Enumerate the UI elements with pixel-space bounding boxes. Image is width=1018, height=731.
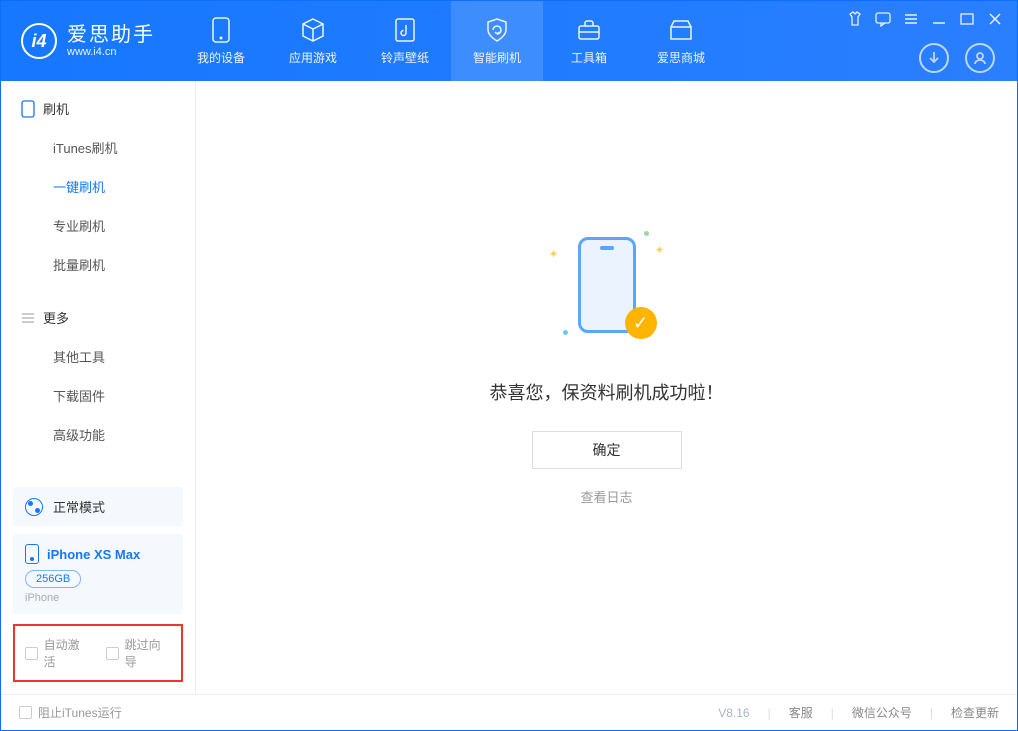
top-tabs: 我的设备 应用游戏 铃声壁纸 智能刷机 工具箱 爱思商城 — [175, 1, 847, 81]
body: 刷机 iTunes刷机 一键刷机 专业刷机 批量刷机 更多 其他工具 下载固件 … — [1, 81, 1017, 694]
shield-refresh-icon — [484, 17, 510, 43]
sparkle-icon: ✦ — [549, 247, 559, 261]
sidebar: 刷机 iTunes刷机 一键刷机 专业刷机 批量刷机 更多 其他工具 下载固件 … — [1, 81, 196, 694]
tshirt-icon[interactable] — [847, 11, 863, 27]
tab-store[interactable]: 爱思商城 — [635, 1, 727, 81]
success-illustration: ✦ ✦ ✓ — [547, 229, 667, 349]
brand: i4 爱思助手 www.i4.cn — [1, 23, 175, 59]
phone-icon — [208, 17, 234, 43]
version-label: V8.16 — [718, 706, 749, 720]
mode-icon — [25, 498, 43, 516]
close-icon[interactable] — [987, 11, 1003, 27]
brand-title: 爱思助手 — [67, 24, 155, 46]
check-badge-icon: ✓ — [625, 307, 657, 339]
toolbox-icon — [576, 17, 602, 43]
sidebar-head-flash: 刷机 — [1, 99, 195, 122]
success-message: 恭喜您，保资料刷机成功啦！ — [490, 379, 724, 405]
list-icon — [21, 311, 35, 325]
maximize-icon[interactable] — [959, 11, 975, 27]
sidebar-item-advanced[interactable]: 高级功能 — [1, 415, 195, 454]
menu-icon[interactable] — [903, 11, 919, 27]
view-log-link[interactable]: 查看日志 — [580, 487, 632, 506]
statusbar: 阻止iTunes运行 V8.16 | 客服 | 微信公众号 | 检查更新 — [1, 694, 1017, 730]
device-capacity-badge: 256GB — [25, 570, 81, 588]
checkbox-auto-activate[interactable]: 自动激活 — [25, 636, 90, 670]
minimize-icon[interactable] — [931, 11, 947, 27]
sidebar-item-itunes-flash[interactable]: iTunes刷机 — [1, 128, 195, 167]
dot-icon — [644, 231, 649, 236]
sidebar-item-other-tools[interactable]: 其他工具 — [1, 337, 195, 376]
link-support[interactable]: 客服 — [789, 704, 813, 721]
tab-flash[interactable]: 智能刷机 — [451, 1, 543, 81]
device-type: iPhone — [25, 592, 171, 604]
cube-icon — [300, 17, 326, 43]
sidebar-item-pro-flash[interactable]: 专业刷机 — [1, 206, 195, 245]
mode-box[interactable]: 正常模式 — [13, 487, 183, 526]
sidebar-head-more: 更多 — [1, 308, 195, 331]
phone-outline-icon — [21, 100, 35, 118]
link-wechat[interactable]: 微信公众号 — [852, 704, 912, 721]
highlight-box: 自动激活 跳过向导 — [13, 624, 183, 682]
tab-my-device[interactable]: 我的设备 — [175, 1, 267, 81]
device-phone-icon — [25, 544, 39, 564]
sparkle-icon: ✦ — [654, 243, 664, 257]
app-window: i4 爱思助手 www.i4.cn 我的设备 应用游戏 铃声壁纸 智能刷机 — [0, 0, 1018, 731]
music-file-icon — [392, 17, 418, 43]
tab-ringtones[interactable]: 铃声壁纸 — [359, 1, 451, 81]
checkbox-skip-guide[interactable]: 跳过向导 — [106, 636, 171, 670]
titlebar: i4 爱思助手 www.i4.cn 我的设备 应用游戏 铃声壁纸 智能刷机 — [1, 1, 1017, 81]
main-content: ✦ ✦ ✓ 恭喜您，保资料刷机成功啦！ 确定 查看日志 — [196, 81, 1017, 694]
device-box[interactable]: iPhone XS Max 256GB iPhone — [13, 534, 183, 614]
user-icon[interactable] — [965, 43, 995, 73]
brand-logo-icon: i4 — [21, 23, 57, 59]
tab-apps-games[interactable]: 应用游戏 — [267, 1, 359, 81]
checkbox-block-itunes[interactable]: 阻止iTunes运行 — [19, 704, 122, 721]
feedback-icon[interactable] — [875, 11, 891, 27]
sidebar-item-batch-flash[interactable]: 批量刷机 — [1, 245, 195, 284]
ok-button[interactable]: 确定 — [532, 431, 682, 469]
download-icon[interactable] — [919, 43, 949, 73]
link-check-update[interactable]: 检查更新 — [951, 704, 999, 721]
sidebar-item-onekey-flash[interactable]: 一键刷机 — [1, 167, 195, 206]
tab-toolbox[interactable]: 工具箱 — [543, 1, 635, 81]
store-icon — [668, 17, 694, 43]
sidebar-item-download-firmware[interactable]: 下载固件 — [1, 376, 195, 415]
mode-label: 正常模式 — [53, 497, 105, 516]
dot-icon — [563, 330, 568, 335]
brand-url: www.i4.cn — [67, 46, 155, 58]
device-name: iPhone XS Max — [47, 547, 140, 562]
